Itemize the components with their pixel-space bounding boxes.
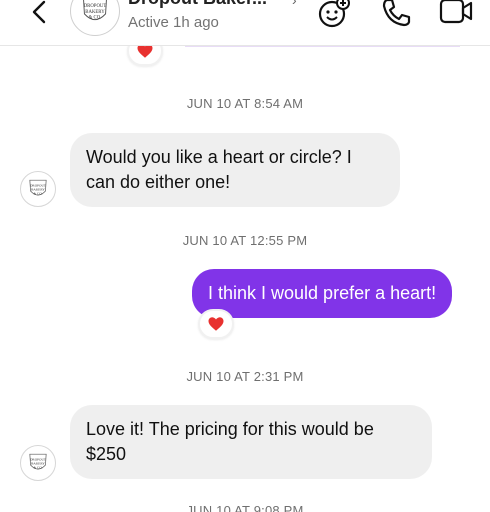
svg-text:BAKERY: BAKERY <box>31 461 45 465</box>
video-call-button[interactable] <box>438 0 474 30</box>
add-effect-icon <box>318 0 350 28</box>
message-reaction[interactable] <box>198 309 234 339</box>
timestamp: JUN 10 AT 12:55 PM <box>182 233 308 248</box>
heart-icon <box>208 317 224 331</box>
message-text-line: can do either one! <box>86 172 231 192</box>
sender-avatar[interactable]: DROPOUT BAKERY & CO. <box>20 171 56 207</box>
timestamp: JUN 10 AT 2:31 PM <box>186 369 304 384</box>
svg-text:BAKERY: BAKERY <box>85 10 105 15</box>
svg-text:& CO.: & CO. <box>33 465 42 469</box>
svg-text:DROPOUT: DROPOUT <box>30 457 47 461</box>
chat-header: DROPOUT BAKERY & CO. Dropout Baker... › … <box>0 0 490 46</box>
svg-text:DROPOUT: DROPOUT <box>84 4 107 9</box>
message-text-line: Would you like a heart or circle? I <box>86 147 352 167</box>
message-text-line: $250 <box>86 444 127 464</box>
incoming-message[interactable]: Would you like a heart or circle? I can … <box>70 133 400 207</box>
sender-avatar[interactable]: DROPOUT BAKERY & CO. <box>20 445 56 481</box>
active-status: Active 1h ago <box>128 14 219 31</box>
video-icon <box>439 0 473 24</box>
call-button[interactable] <box>378 0 414 30</box>
svg-text:& CO.: & CO. <box>33 191 42 195</box>
contact-avatar[interactable]: DROPOUT BAKERY & CO. <box>70 0 120 36</box>
contact-name[interactable]: Dropout Baker... <box>128 0 267 9</box>
incoming-message[interactable]: Love it! The pricing for this would be $… <box>70 405 432 479</box>
svg-text:DROPOUT: DROPOUT <box>30 183 47 187</box>
outgoing-message[interactable]: I think I would prefer a heart! <box>192 269 453 318</box>
add-effect-button[interactable] <box>316 0 352 30</box>
svg-text:& CO.: & CO. <box>89 16 102 21</box>
chevron-right-icon[interactable]: › <box>292 0 297 8</box>
back-button[interactable] <box>26 0 54 30</box>
timestamp: JUN 10 AT 8:54 AM <box>186 96 304 111</box>
svg-text:BAKERY: BAKERY <box>31 187 45 191</box>
message-text: I think I would prefer a heart! <box>208 283 437 303</box>
message-text-line: Love it! The pricing for this would be <box>86 419 374 439</box>
phone-icon <box>382 0 411 27</box>
chevron-left-icon <box>32 0 46 24</box>
timestamp: JUN 10 AT 9:08 PM <box>186 503 304 512</box>
